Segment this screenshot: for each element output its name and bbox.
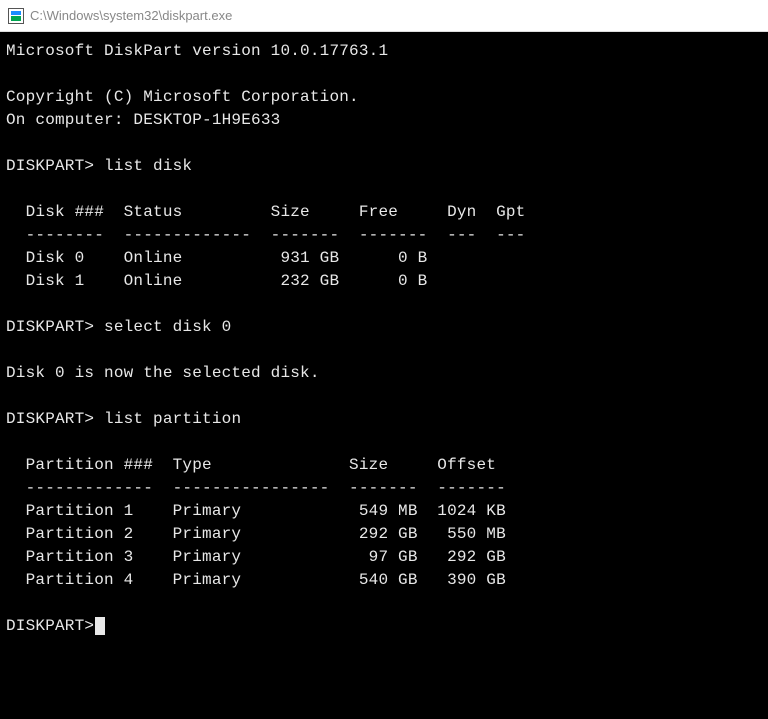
disk-header: Disk ### Status Size Free Dyn Gpt bbox=[6, 203, 525, 221]
partition-row: Partition 3 Primary 97 GB 292 GB bbox=[6, 548, 506, 566]
disk-row: Disk 1 Online 232 GB 0 B bbox=[6, 272, 427, 290]
command-select-disk: select disk 0 bbox=[94, 318, 231, 336]
command-list-partition: list partition bbox=[94, 410, 241, 428]
window-title: C:\Windows\system32\diskpart.exe bbox=[30, 8, 232, 23]
partition-row: Partition 1 Primary 549 MB 1024 KB bbox=[6, 502, 506, 520]
partition-divider: ------------- ---------------- ------- -… bbox=[6, 479, 506, 497]
cursor-icon bbox=[95, 617, 105, 635]
partition-row: Partition 4 Primary 540 GB 390 GB bbox=[6, 571, 506, 589]
computer-line: On computer: DESKTOP-1H9E633 bbox=[6, 111, 280, 129]
disk-row: Disk 0 Online 931 GB 0 B bbox=[6, 249, 427, 267]
prompt: DISKPART> bbox=[6, 617, 94, 635]
version-line: Microsoft DiskPart version 10.0.17763.1 bbox=[6, 42, 388, 60]
disk-divider: -------- ------------- ------- ------- -… bbox=[6, 226, 525, 244]
partition-row: Partition 2 Primary 292 GB 550 MB bbox=[6, 525, 506, 543]
prompt: DISKPART> bbox=[6, 318, 94, 336]
terminal-output[interactable]: Microsoft DiskPart version 10.0.17763.1 … bbox=[0, 32, 768, 719]
copyright-line: Copyright (C) Microsoft Corporation. bbox=[6, 88, 359, 106]
prompt: DISKPART> bbox=[6, 410, 94, 428]
prompt: DISKPART> bbox=[6, 157, 94, 175]
command-list-disk: list disk bbox=[94, 157, 192, 175]
select-result: Disk 0 is now the selected disk. bbox=[6, 364, 320, 382]
window-title-bar[interactable]: C:\Windows\system32\diskpart.exe bbox=[0, 0, 768, 32]
app-icon bbox=[8, 8, 24, 24]
partition-header: Partition ### Type Size Offset bbox=[6, 456, 496, 474]
